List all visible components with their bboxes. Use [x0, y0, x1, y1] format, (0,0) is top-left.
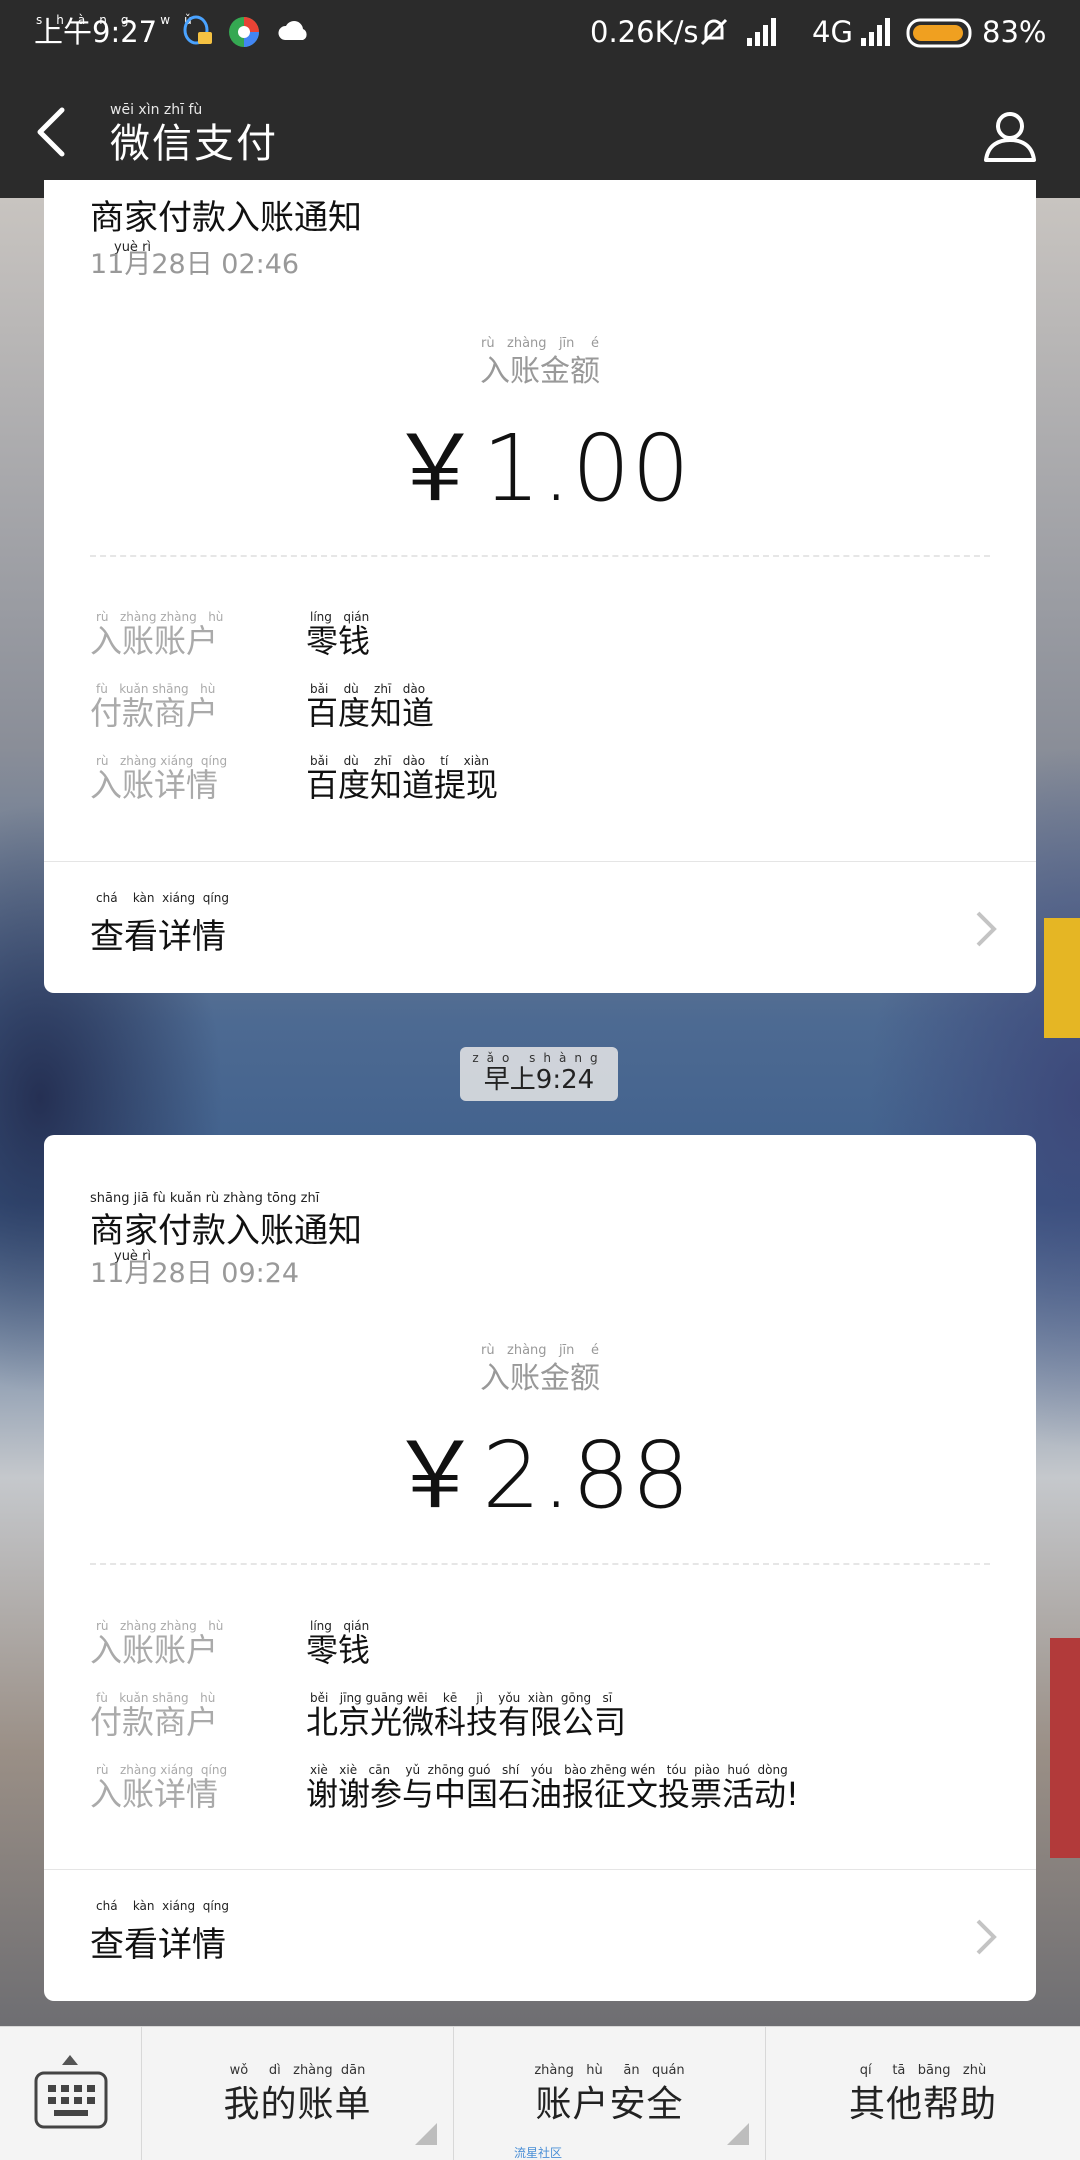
battery-icon — [906, 18, 972, 48]
menu-my-bills[interactable]: wǒ dì zhàng dān 我的账单 — [142, 2027, 454, 2160]
caret-up-icon — [62, 2055, 78, 2065]
submenu-corner-icon — [415, 2123, 437, 2145]
watermark-text: 流星社区 — [514, 2146, 563, 2160]
message-timestamp-ruby: zǎo shàng — [472, 1051, 606, 1065]
submenu-corner-icon — [727, 2123, 749, 2145]
view-details-button[interactable]: chá kàn xiáng qíng 查看详情 — [44, 861, 1036, 993]
card-divider — [90, 555, 990, 557]
view-details-button[interactable]: chá kàn xiáng qíng 查看详情 — [44, 1869, 1036, 2001]
payment-card-2[interactable]: shāng jiā fù kuǎn rù zhàng tōng zhī 商家付款… — [44, 1135, 1036, 2001]
row-value: 谢谢参与中国石油报征文投票活动! — [306, 1775, 799, 1813]
qq-notification-icon — [183, 15, 212, 45]
row-value: 北京光微科技有限公司 — [306, 1703, 627, 1741]
row-value: 百度知道 — [306, 694, 435, 732]
view-details-ruby: chá kàn xiáng qíng — [96, 891, 229, 905]
card-divider — [90, 1563, 990, 1565]
row-label: 入账账户 — [90, 622, 219, 660]
page-title-ruby: wēi xìn zhī fù — [110, 102, 203, 118]
status-time: shàng wǔ 上午9:27 — [34, 13, 192, 50]
battery-percent: 83% — [982, 15, 1047, 49]
mute-icon — [700, 18, 728, 46]
menu-account-security[interactable]: zhàng hù ān quán 账户安全 流星社区 — [454, 2027, 766, 2160]
background-red-patch — [1050, 1638, 1080, 1858]
card-date: 11月28日 02:46 — [90, 249, 300, 280]
keyboard-icon — [34, 2071, 108, 2129]
net-speed: 0.26K/s — [590, 15, 699, 49]
row-label: 入账详情 — [90, 766, 219, 804]
row-value: 百度知道提现 — [306, 766, 499, 804]
amount-value: ￥1.00 — [389, 415, 691, 522]
row-label: 付款商户 — [90, 694, 219, 732]
card-title: 商家付款入账通知 — [90, 1211, 362, 1251]
person-icon[interactable] — [980, 106, 1040, 166]
status-bar: shàng wǔ 上午9:27 0.26K/s 4G 83% — [0, 0, 1080, 66]
message-timestamp: zǎo shàng 早上9:24 — [460, 1047, 618, 1101]
row-label: 付款商户 — [90, 1703, 219, 1741]
app-notification-icon — [229, 17, 259, 47]
view-details-ruby: chá kàn xiáng qíng — [96, 1899, 229, 1913]
menu-label: 其他帮助 — [848, 2084, 997, 2125]
signal-icon-2 — [861, 18, 890, 46]
message-timestamp-text: 早上9:24 — [483, 1065, 595, 1095]
amount-label: 入账金额 — [480, 1361, 600, 1396]
cloud-icon — [278, 21, 307, 40]
chevron-right-icon — [976, 911, 997, 947]
card-title: 商家付款入账通知 — [90, 198, 362, 238]
chevron-right-icon — [976, 1919, 997, 1955]
menu-other-help[interactable]: qí tā bāng zhù 其他帮助 — [766, 2027, 1080, 2160]
title-bar: wēi xìn zhī fù 微信支付 — [0, 66, 1080, 198]
network-type: 4G — [812, 15, 853, 49]
keyboard-toggle-button[interactable] — [0, 2027, 142, 2160]
row-value: 零钱 — [306, 1631, 371, 1669]
menu-label: 我的账单 — [223, 2084, 372, 2125]
amount-value: ￥2.88 — [389, 1422, 691, 1529]
signal-icon-1 — [747, 18, 776, 46]
amount-label: 入账金额 — [480, 354, 600, 389]
view-details-label: 查看详情 — [90, 917, 226, 957]
payment-card-1[interactable]: 商家付款入账通知 yuè rì 11月28日 02:46 rù zhàng jī… — [44, 180, 1036, 993]
row-label: 入账账户 — [90, 1631, 219, 1669]
view-details-label: 查看详情 — [90, 1925, 226, 1965]
card-date: 11月28日 09:24 — [90, 1258, 300, 1289]
row-label: 入账详情 — [90, 1775, 219, 1813]
chevron-left-icon[interactable] — [28, 100, 88, 164]
background-yellow-patch — [1044, 918, 1080, 1038]
bottom-menu-bar: wǒ dì zhàng dān 我的账单 zhàng hù ān quán 账户… — [0, 2026, 1080, 2160]
page-title-text: 微信支付 — [110, 121, 278, 167]
row-value: 零钱 — [306, 622, 371, 660]
menu-label: 账户安全 — [535, 2084, 684, 2125]
page-title: wēi xìn zhī fù 微信支付 — [110, 102, 278, 168]
